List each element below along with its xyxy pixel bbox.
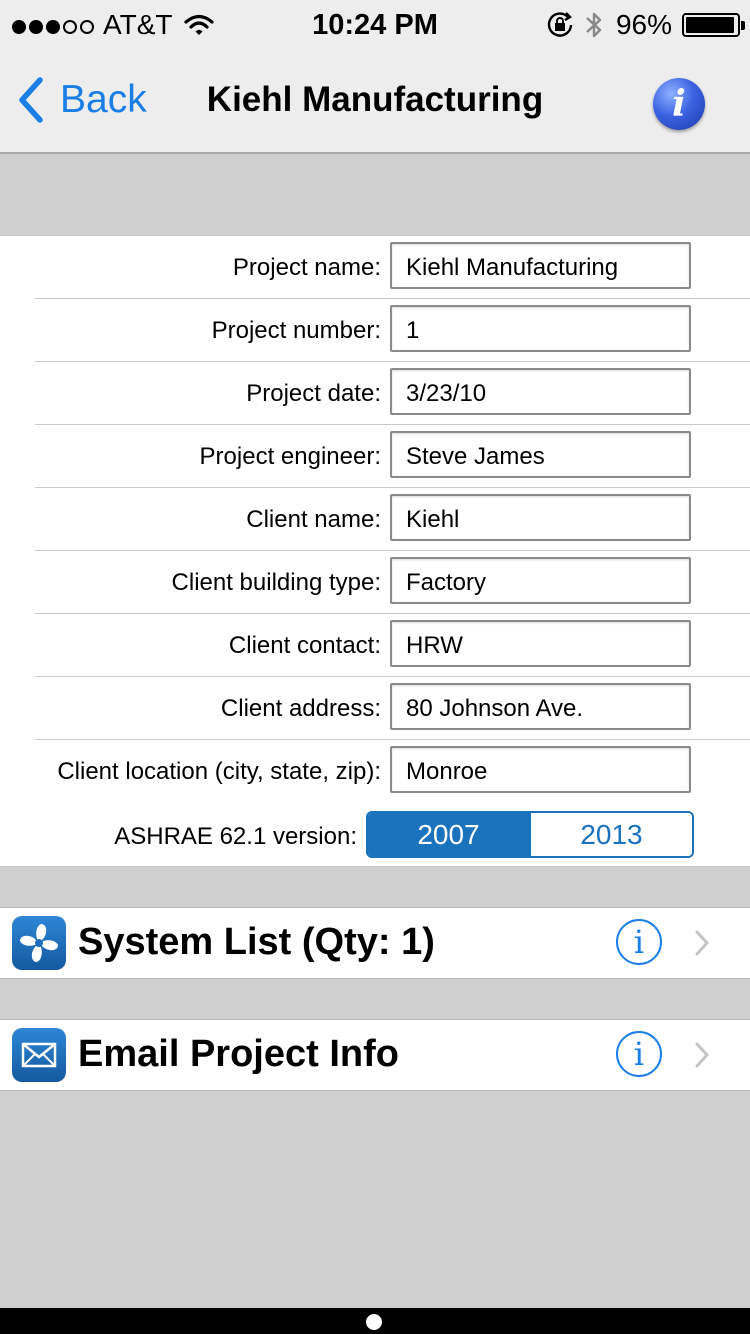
field-label: Client name: <box>246 506 381 533</box>
page-title: Kiehl Manufacturing <box>206 80 544 119</box>
form-row-client-location: Client location (city, state, zip): Monr… <box>0 740 750 803</box>
form-row-client-name: Client name: Kiehl <box>0 488 750 551</box>
form-row-client-contact: Client contact: HRW <box>0 614 750 677</box>
client-address-field[interactable]: 80 Johnson Ave. <box>390 683 691 730</box>
battery-percent: 96% <box>615 9 672 40</box>
system-list-title: System List (Qty: 1) <box>78 921 435 963</box>
form-row-client-address: Client address: 80 Johnson Ave. <box>0 677 750 740</box>
form-row-project-date: Project date: 3/23/10 <box>0 362 750 425</box>
battery-nub <box>741 21 745 30</box>
home-indicator-bar <box>0 1308 750 1334</box>
field-label: Client location (city, state, zip): <box>57 758 381 785</box>
navigation-bar: Back Kiehl Manufacturing i <box>0 50 750 150</box>
ashrae-2007-segment[interactable]: 2007 <box>368 813 529 856</box>
client-location-field[interactable]: Monroe <box>390 746 691 793</box>
chevron-right-icon <box>695 930 710 956</box>
ashrae-2013-segment[interactable]: 2013 <box>529 813 692 856</box>
battery-fill <box>686 17 734 33</box>
client-building-type-field[interactable]: Factory <box>390 557 691 604</box>
envelope-icon <box>12 1028 66 1082</box>
info-button[interactable]: i <box>653 78 705 130</box>
field-label: Project date: <box>246 380 381 407</box>
home-indicator-dot <box>366 1314 382 1330</box>
client-contact-field[interactable]: HRW <box>390 620 691 667</box>
form-row-project-name: Project name: Kiehl Manufacturing <box>0 236 750 299</box>
field-label: Client address: <box>220 695 381 722</box>
bluetooth-icon <box>586 12 602 38</box>
email-project-info-cell[interactable]: Email Project Info i <box>0 1019 750 1091</box>
field-label: Project number: <box>211 317 381 344</box>
status-bar: AT&T 10:24 PM 96% <box>0 0 750 50</box>
project-engineer-field[interactable]: Steve James <box>390 431 691 478</box>
system-list-cell[interactable]: System List (Qty: 1) i <box>0 907 750 979</box>
form-row-project-number: Project number: 1 <box>0 299 750 362</box>
system-list-info-icon[interactable]: i <box>616 919 662 965</box>
rotation-lock-icon <box>547 12 573 37</box>
client-name-field[interactable]: Kiehl <box>390 494 691 541</box>
email-info-icon[interactable]: i <box>616 1031 662 1077</box>
field-label: Project name: <box>232 254 381 281</box>
fan-icon <box>12 916 66 970</box>
field-label: Project engineer: <box>199 443 381 470</box>
email-project-info-title: Email Project Info <box>78 1033 399 1075</box>
ashrae-version-segmented-control: 2007 2013 <box>366 811 694 858</box>
project-form: Project name: Kiehl Manufacturing Projec… <box>0 235 750 867</box>
form-row-project-engineer: Project engineer: Steve James <box>0 425 750 488</box>
top-bar: AT&T 10:24 PM 96% Back Kiehl Manufacturi… <box>0 0 750 154</box>
project-name-field[interactable]: Kiehl Manufacturing <box>390 242 691 289</box>
chevron-right-icon <box>695 1042 710 1068</box>
project-number-field[interactable]: 1 <box>390 305 691 352</box>
form-row-client-building-type: Client building type: Factory <box>0 551 750 614</box>
ashrae-version-label: ASHRAE 62.1 version: <box>114 823 357 850</box>
project-date-field[interactable]: 3/23/10 <box>390 368 691 415</box>
status-right: 96% <box>546 9 745 41</box>
battery-icon <box>682 13 745 37</box>
field-label: Client building type: <box>171 569 381 596</box>
field-label: Client contact: <box>228 632 381 659</box>
